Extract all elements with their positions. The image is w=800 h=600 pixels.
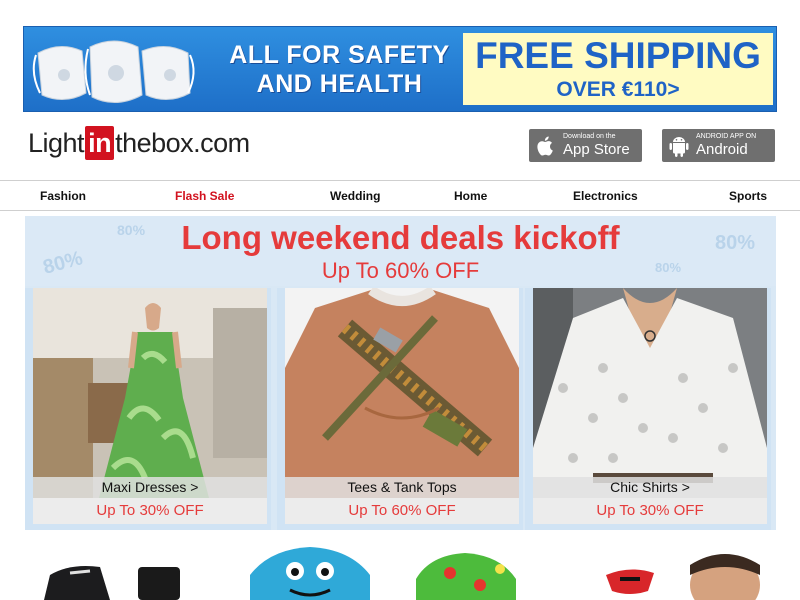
product-card-tees[interactable]: Tees & Tank Tops Up To 60% OFF <box>277 288 523 530</box>
nav-sports[interactable]: Sports <box>729 189 767 203</box>
app-store-small-label: Download on the <box>563 133 616 140</box>
logo-light: Light <box>28 127 85 158</box>
android-icon <box>669 136 689 157</box>
face-mask-image <box>32 40 195 103</box>
chic-shirt-image <box>533 288 767 498</box>
card-offer: Up To 30% OFF <box>533 498 767 524</box>
android-small-label: ANDROID APP ON <box>696 133 757 140</box>
safety-line-1: ALL FOR SAFETY <box>229 41 450 69</box>
android-label: Android <box>696 141 748 158</box>
cycling-jersey-green-product[interactable] <box>410 545 530 600</box>
category-nav: Fashion Flash Sale Wedding Home Electron… <box>0 180 800 211</box>
safety-line-2: AND HEALTH <box>256 70 423 98</box>
app-store-button[interactable]: Download on the App Store <box>529 129 642 162</box>
apple-icon <box>537 136 553 156</box>
free-shipping-threshold: OVER €110> <box>556 78 680 101</box>
safety-promo-banner[interactable]: ALL FOR SAFETY AND HEALTH FREE SHIPPING … <box>23 26 777 112</box>
nav-fashion[interactable]: Fashion <box>40 189 86 203</box>
android-app-button[interactable]: ANDROID APP ON Android <box>662 129 775 162</box>
site-logo[interactable]: Light in thebox.com <box>28 125 250 161</box>
maxi-dress-image <box>33 288 267 498</box>
long-weekend-deals: 80% 80% 80% 80% Long weekend deals kicko… <box>25 216 776 530</box>
cycling-jersey-blue-product[interactable] <box>240 545 380 600</box>
free-shipping-box[interactable]: FREE SHIPPING OVER €110> <box>463 33 773 105</box>
product-card-maxi-dresses[interactable]: Maxi Dresses > Up To 30% OFF <box>25 288 271 530</box>
card-offer: Up To 30% OFF <box>33 498 267 524</box>
app-store-label: App Store <box>563 141 630 158</box>
card-caption[interactable]: Tees & Tank Tops <box>285 477 519 498</box>
logo-thebox: thebox.com <box>115 127 250 158</box>
nav-wedding[interactable]: Wedding <box>330 189 380 203</box>
face-mask-product[interactable] <box>600 545 780 600</box>
card-caption[interactable]: Chic Shirts > <box>533 477 767 498</box>
deals-title: Long weekend deals kickoff <box>181 219 620 256</box>
deals-header[interactable]: 80% 80% 80% 80% Long weekend deals kicko… <box>25 216 776 286</box>
logo-in: in <box>85 126 115 160</box>
deals-subtitle: Up To 60% OFF <box>321 258 480 283</box>
tee-image <box>285 288 519 498</box>
safety-headline: ALL FOR SAFETY AND HEALTH <box>202 41 477 99</box>
free-shipping-title: FREE SHIPPING <box>475 35 761 76</box>
product-card-chic-shirts[interactable]: Chic Shirts > Up To 30% OFF <box>525 288 771 530</box>
nav-electronics[interactable]: Electronics <box>573 189 638 203</box>
card-offer: Up To 60% OFF <box>285 498 519 524</box>
nav-flash-sale[interactable]: Flash Sale <box>175 189 234 203</box>
nav-home[interactable]: Home <box>454 189 487 203</box>
card-caption[interactable]: Maxi Dresses > <box>33 477 267 498</box>
cycling-kit-product[interactable] <box>40 545 200 600</box>
